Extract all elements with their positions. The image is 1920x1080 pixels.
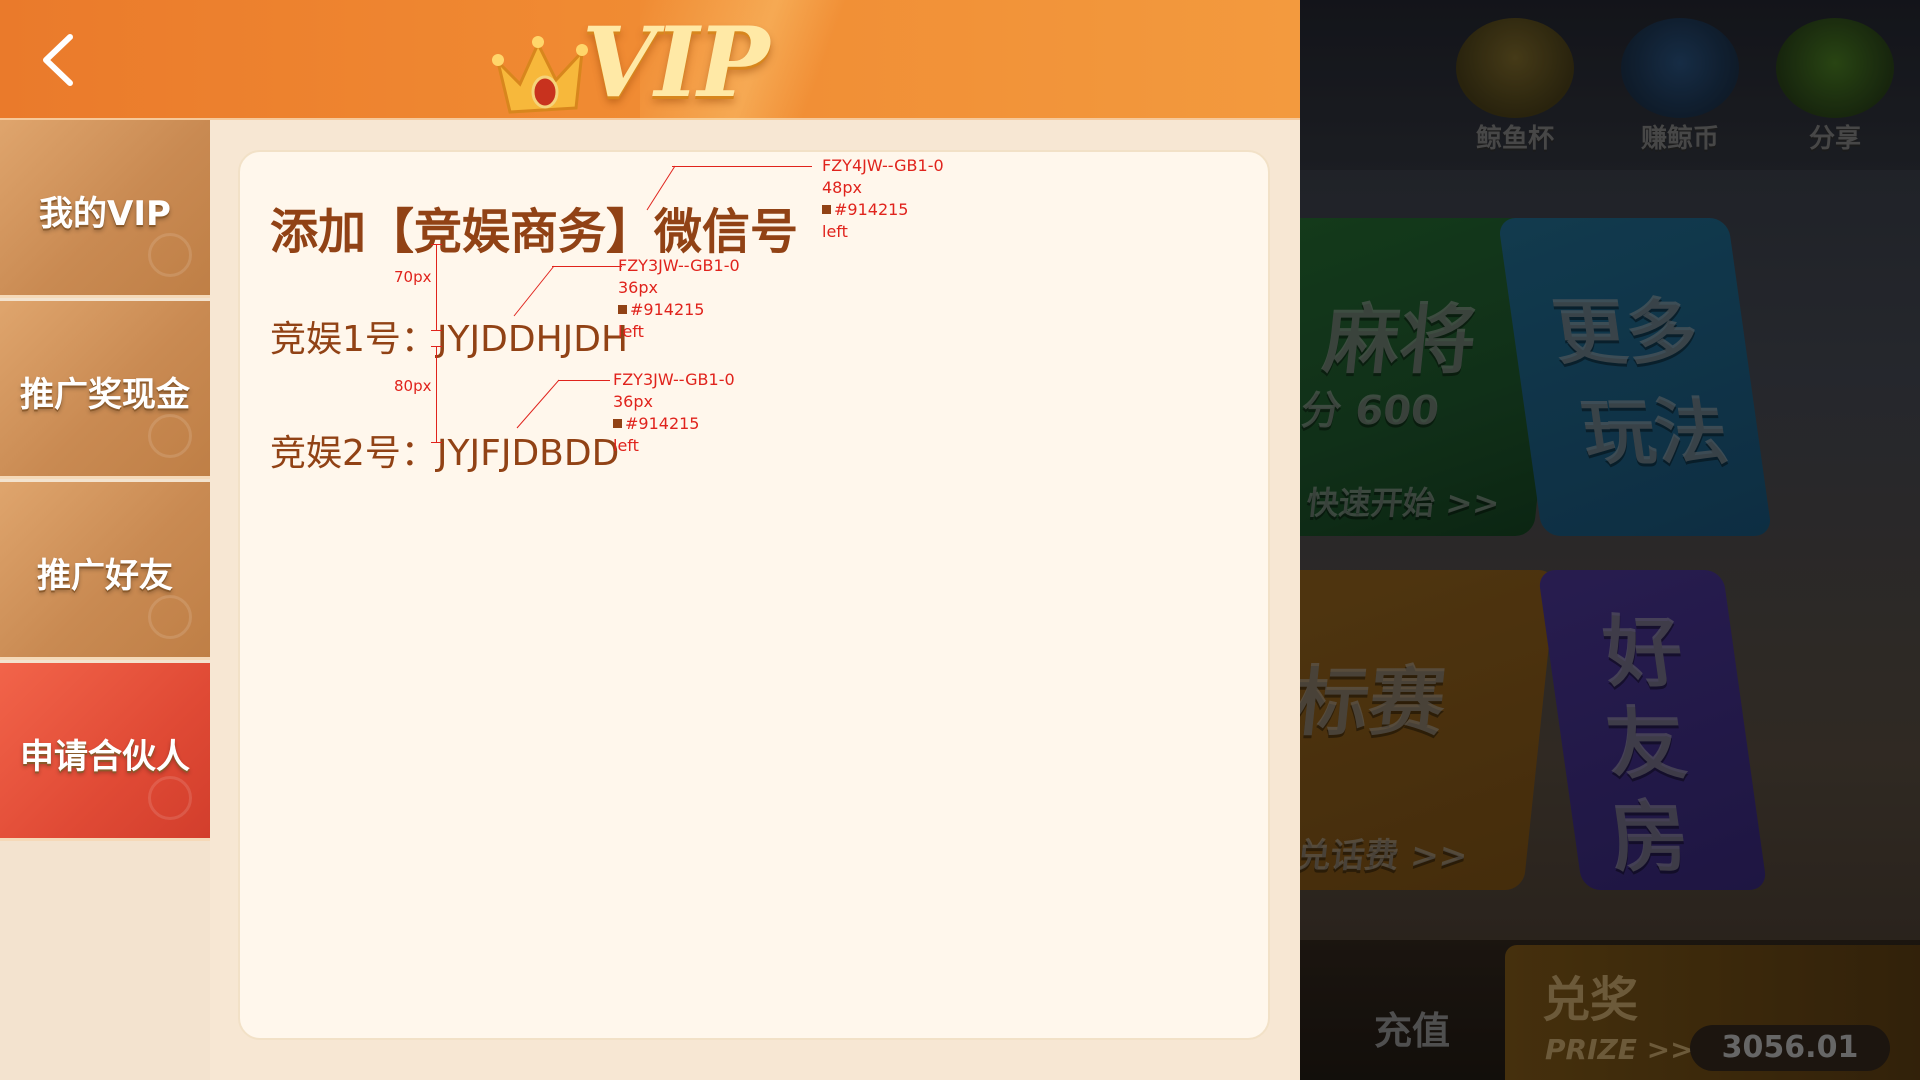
wechat-title: 添加【竞娱商务】微信号 <box>270 204 799 260</box>
spec-font: FZY3JW--GB1-0 <box>613 370 735 389</box>
spec-color: #914215 <box>613 413 735 435</box>
spacing-marker <box>431 346 442 347</box>
background-dim-overlay <box>1300 0 1920 1080</box>
spec-size: 48px <box>822 178 862 197</box>
spec-align: left <box>822 222 848 241</box>
wechat-account-label: 竞娱2号： <box>270 433 437 474</box>
line1-spec-annotation: FZY3JW--GB1-0 36px #914215 left <box>618 255 740 343</box>
line2-spec-annotation: FZY3JW--GB1-0 36px #914215 left <box>613 369 735 457</box>
vip-logo-text: VIP <box>582 6 770 119</box>
back-button[interactable] <box>28 25 88 95</box>
gap-70-label: 70px <box>394 268 432 286</box>
annotation-leader <box>516 379 560 429</box>
clover-icon <box>148 233 192 277</box>
sidebar-item-promo-cash[interactable]: 推广奖现金 <box>0 301 210 479</box>
spec-size: 36px <box>618 278 658 297</box>
color-swatch-icon <box>618 305 627 314</box>
spacing-marker <box>431 442 442 443</box>
spec-align: left <box>618 322 644 341</box>
spec-font: FZY3JW--GB1-0 <box>618 256 740 275</box>
vip-logo: VIP <box>490 0 770 120</box>
wechat-account-id[interactable]: JYJFJDBDD <box>437 433 619 474</box>
sidebar-item-promo-friends[interactable]: 推广好友 <box>0 482 210 660</box>
title-spec-annotation: FZY4JW--GB1-0 48px #914215 left <box>822 155 944 243</box>
sidebar-item-label: 我的VIP <box>39 194 171 234</box>
color-swatch-icon <box>613 419 622 428</box>
vip-header: VIP <box>0 0 1300 120</box>
annotation-leader <box>672 166 812 167</box>
annotation-leader <box>552 266 622 267</box>
spacing-marker <box>436 244 437 330</box>
sidebar-item-label: 推广奖现金 <box>20 375 190 415</box>
annotation-leader <box>646 165 676 211</box>
spacing-marker <box>436 346 437 442</box>
wechat-account-id[interactable]: JYJDDHJDH <box>437 319 628 360</box>
wechat-account-2: 竞娱2号：JYJFJDBDD <box>270 424 619 476</box>
sidebar-item-apply-partner[interactable]: 申请合伙人 <box>0 663 210 841</box>
spec-align: left <box>613 436 639 455</box>
annotation-leader <box>513 265 555 317</box>
wechat-account-1: 竞娱1号：JYJDDHJDH <box>270 310 628 362</box>
clover-icon <box>148 414 192 458</box>
vip-panel: VIP 我的VIP 推广奖现金 推广好友 申请合伙人 添加【竞娱商务】微信号 竞… <box>0 0 1300 1080</box>
annotation-leader <box>558 380 610 381</box>
content-card: 添加【竞娱商务】微信号 竞娱1号：JYJDDHJDH 竞娱2号：JYJFJDBD… <box>238 150 1270 1040</box>
spacing-marker <box>431 244 442 245</box>
spacing-marker <box>431 330 442 331</box>
sidebar-item-label: 推广好友 <box>37 556 173 596</box>
spec-color: #914215 <box>618 299 740 321</box>
color-swatch-icon <box>822 205 831 214</box>
clover-icon <box>148 595 192 639</box>
spec-font: FZY4JW--GB1-0 <box>822 156 944 175</box>
spec-size: 36px <box>613 392 653 411</box>
sidebar-item-my-vip[interactable]: 我的VIP <box>0 120 210 298</box>
sidebar-item-label: 申请合伙人 <box>20 737 190 777</box>
clover-icon <box>148 776 192 820</box>
gap-80-label: 80px <box>394 377 432 395</box>
wechat-account-label: 竞娱1号： <box>270 319 437 360</box>
vip-sidebar: 我的VIP 推广奖现金 推广好友 申请合伙人 <box>0 120 210 1080</box>
spec-color: #914215 <box>822 199 944 221</box>
chevron-left-icon <box>43 34 73 86</box>
